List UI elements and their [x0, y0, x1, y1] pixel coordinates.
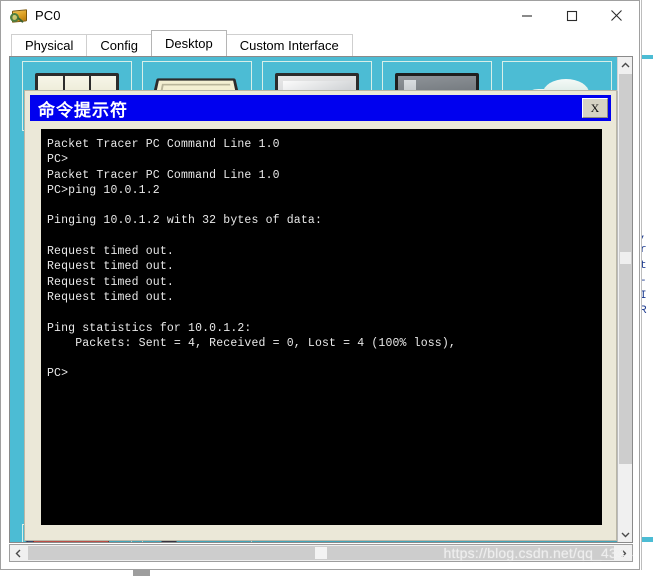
horizontal-scrollbar-thumb[interactable] [28, 546, 614, 560]
scrollbar-grip [315, 547, 327, 559]
scroll-up-button[interactable] [618, 57, 632, 73]
chevron-right-icon [621, 549, 627, 557]
background-window-text: , r t - I R [642, 228, 647, 320]
command-prompt-titlebar[interactable]: 命令提示符 X [30, 95, 611, 121]
minimize-icon [521, 14, 532, 17]
scroll-down-button[interactable] [618, 526, 632, 542]
tab-config[interactable]: Config [86, 34, 152, 56]
background-teal-strip-bottom [642, 537, 653, 542]
scroll-right-button[interactable] [615, 545, 632, 561]
scrollbar-grip [620, 252, 631, 264]
desktop-panel: 命令提示符 X Packet Tracer PC Command Line 1.… [9, 56, 633, 543]
tab-physical[interactable]: Physical [11, 34, 88, 56]
tab-desktop[interactable]: Desktop [151, 30, 227, 56]
chevron-up-icon [621, 62, 630, 67]
tab-bar: Physical Config Desktop Custom Interface [1, 30, 639, 56]
close-button[interactable] [594, 1, 639, 30]
maximize-icon [566, 10, 577, 21]
background-window-sliver[interactable]: , r t - I R [641, 0, 653, 570]
tab-custom-interface[interactable]: Custom Interface [225, 34, 353, 56]
packet-tracer-pc-icon [10, 7, 27, 24]
terminal-output-area[interactable]: Packet Tracer PC Command Line 1.0 PC> Pa… [41, 129, 602, 525]
taskbar-tab-sliver [133, 570, 150, 576]
window-controls [504, 1, 639, 30]
minimize-button[interactable] [504, 1, 549, 30]
background-teal-strip-top [642, 55, 653, 59]
chevron-down-icon [621, 532, 630, 537]
command-prompt-close-button[interactable]: X [582, 98, 608, 118]
window-title: PC0 [35, 8, 61, 23]
vertical-scrollbar-thumb[interactable] [619, 74, 632, 464]
pc0-window: PC0 Physical Config Desktop Custom Inter… [0, 0, 640, 570]
chevron-left-icon [15, 549, 21, 557]
bottom-edge [0, 570, 653, 576]
maximize-button[interactable] [549, 1, 594, 30]
horizontal-scrollbar[interactable] [9, 544, 633, 562]
vertical-scrollbar[interactable] [617, 57, 632, 542]
close-icon [611, 10, 622, 21]
window-titlebar: PC0 [1, 1, 639, 30]
scroll-left-button[interactable] [10, 545, 27, 561]
command-prompt-dialog: 命令提示符 X Packet Tracer PC Command Line 1.… [24, 90, 617, 541]
terminal-text: Packet Tracer PC Command Line 1.0 PC> Pa… [47, 138, 456, 381]
command-prompt-title: 命令提示符 [38, 100, 128, 121]
